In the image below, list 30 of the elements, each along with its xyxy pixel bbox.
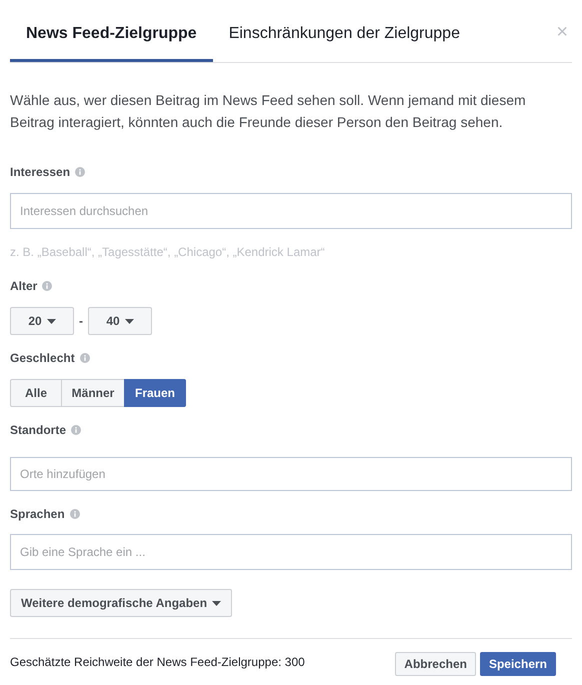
gender-option[interactable]: Frauen xyxy=(124,379,186,407)
field-label: Sprachen xyxy=(10,506,65,523)
range-separator: - xyxy=(79,313,83,330)
field-label: Interessen xyxy=(10,164,70,181)
field-label: Geschlecht xyxy=(10,350,75,367)
gender-option[interactable]: Alle xyxy=(10,379,62,407)
age-dropdown[interactable]: 20 xyxy=(10,307,74,335)
caret-icon xyxy=(212,600,222,606)
input-field[interactable]: Orte hinzufügen xyxy=(10,457,572,491)
reach-estimate: Geschätzte Reichweite der News Feed-Zielgruppe: 300 xyxy=(10,654,306,671)
description: Wähle aus, wer diesen Beitrag im News Feed sehen soll. Wenn jemand mit diesem Beitrag interagiert, könnten auch die Freunde dieser Person den Beitrag sehen. xyxy=(10,91,527,132)
field-label: Standorte xyxy=(10,422,66,439)
cancel-button[interactable]: Abbrechen xyxy=(395,652,476,676)
input-field[interactable]: Interessen durchsuchen xyxy=(10,193,572,229)
info-icon xyxy=(71,425,82,435)
age-dropdown[interactable]: 40 xyxy=(88,307,152,335)
info-icon xyxy=(70,509,80,519)
field-label: Alter xyxy=(10,278,38,295)
info-icon xyxy=(42,281,52,291)
save-button[interactable]: Speichern xyxy=(480,652,556,676)
demographics-dropdown[interactable]: Weitere demografische Angaben xyxy=(10,589,232,617)
info-icon xyxy=(75,167,86,177)
tab[interactable]: News Feed-Zielgruppe xyxy=(10,0,213,62)
caret-icon xyxy=(46,318,56,324)
caret-icon xyxy=(124,318,134,324)
tab[interactable]: Einschränkungen der Zielgruppe xyxy=(212,0,476,62)
input-field[interactable]: Gib eine Sprache ein ... xyxy=(10,534,572,570)
info-icon xyxy=(80,353,90,363)
gender-option[interactable]: Männer xyxy=(61,379,125,407)
hint-text: z. B. „Baseball“, „Tagesstätte“, „Chicago“, „Kendrick Lamar“ xyxy=(10,244,326,261)
